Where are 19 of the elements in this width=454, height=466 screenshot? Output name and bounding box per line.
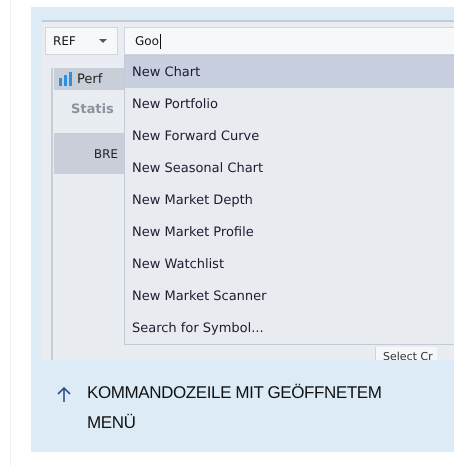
symbol-type-dropdown[interactable]: REF — [45, 27, 118, 55]
menu-item[interactable]: New Market Depth — [125, 184, 454, 216]
section-header: Statis — [70, 102, 114, 119]
tab-label: Perf — [77, 72, 102, 86]
menu-item[interactable]: New Chart — [125, 56, 454, 88]
bar-chart-icon — [59, 72, 72, 86]
menu-item[interactable]: New Watchlist — [125, 248, 454, 280]
select-label: Select Cr — [375, 347, 437, 360]
caption-text: KOMMANDOZEILE MIT GEÖFFNETEM MENÜ — [87, 382, 383, 434]
menu-item[interactable]: New Seasonal Chart — [125, 152, 454, 184]
arrow-up-icon — [57, 386, 71, 402]
caret-icon — [99, 39, 107, 43]
menu-item[interactable]: New Forward Curve — [125, 120, 454, 152]
menu-item[interactable]: New Market Profile — [125, 216, 454, 248]
command-field[interactable]: Goo — [124, 27, 454, 55]
table-row[interactable]: BRE — [54, 133, 124, 174]
menu-item[interactable]: New Portfolio — [125, 88, 454, 120]
menu-item[interactable]: Search for Symbol... — [125, 312, 454, 344]
menu-item[interactable]: New Market Scanner — [125, 280, 454, 312]
